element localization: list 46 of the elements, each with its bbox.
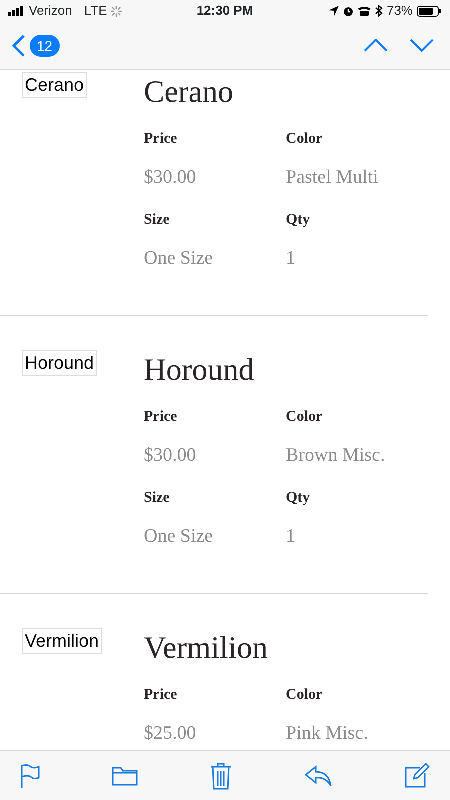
field-value: 1: [286, 525, 296, 549]
field-label: Size: [144, 489, 171, 508]
product-title: Vermilion: [144, 629, 269, 667]
phone-icon: [358, 6, 371, 16]
field-value: Pastel Multi: [286, 166, 380, 190]
bluetooth-icon: [374, 5, 383, 17]
alarm-icon: [342, 6, 354, 16]
compose-icon[interactable]: [404, 762, 430, 788]
trash-icon[interactable]: [210, 762, 232, 790]
field-label: Price: [144, 130, 178, 149]
image-alt-text: Horound: [22, 350, 98, 376]
folder-icon[interactable]: [112, 766, 138, 786]
field-value: Brown Misc.: [286, 444, 386, 468]
field-label: Qty: [286, 489, 312, 508]
battery-percent: 73%: [386, 2, 413, 20]
field-label: Qty: [286, 211, 312, 230]
field-value: Pink Misc.: [286, 722, 370, 746]
field-value: One Size: [144, 525, 214, 549]
field-value: $25.00: [144, 722, 198, 746]
field-value: $30.00: [144, 444, 198, 468]
image-alt-text: Cerano: [22, 72, 88, 98]
field-value: One Size: [144, 247, 214, 271]
product-title: Horound: [144, 351, 256, 389]
field-label: Color: [286, 686, 324, 705]
field-label: Size: [144, 211, 171, 230]
product-title: Cerano: [144, 73, 235, 111]
field-label: Color: [286, 408, 324, 427]
back-icon[interactable]: [12, 34, 26, 58]
location-icon: [328, 6, 339, 16]
up-chevron-icon[interactable]: [364, 39, 388, 52]
carrier-name: Verizon: [29, 2, 72, 20]
field-value: $30.00: [144, 166, 198, 190]
flag-icon[interactable]: [20, 764, 40, 788]
reply-icon[interactable]: [304, 764, 332, 786]
down-chevron-icon[interactable]: [410, 39, 434, 52]
loading-icon: [111, 6, 122, 16]
clock-time: 12:30 PM: [196, 2, 254, 20]
field-label: Price: [144, 686, 178, 705]
field-label: Price: [144, 408, 178, 427]
network-type: LTE: [84, 2, 108, 20]
signal-icon: [8, 6, 25, 16]
field-value: 1: [286, 247, 296, 271]
field-label: Color: [286, 130, 324, 149]
image-alt-text: Vermilion: [22, 628, 102, 654]
unread-count: 12: [30, 34, 60, 56]
battery-icon: [417, 6, 442, 16]
